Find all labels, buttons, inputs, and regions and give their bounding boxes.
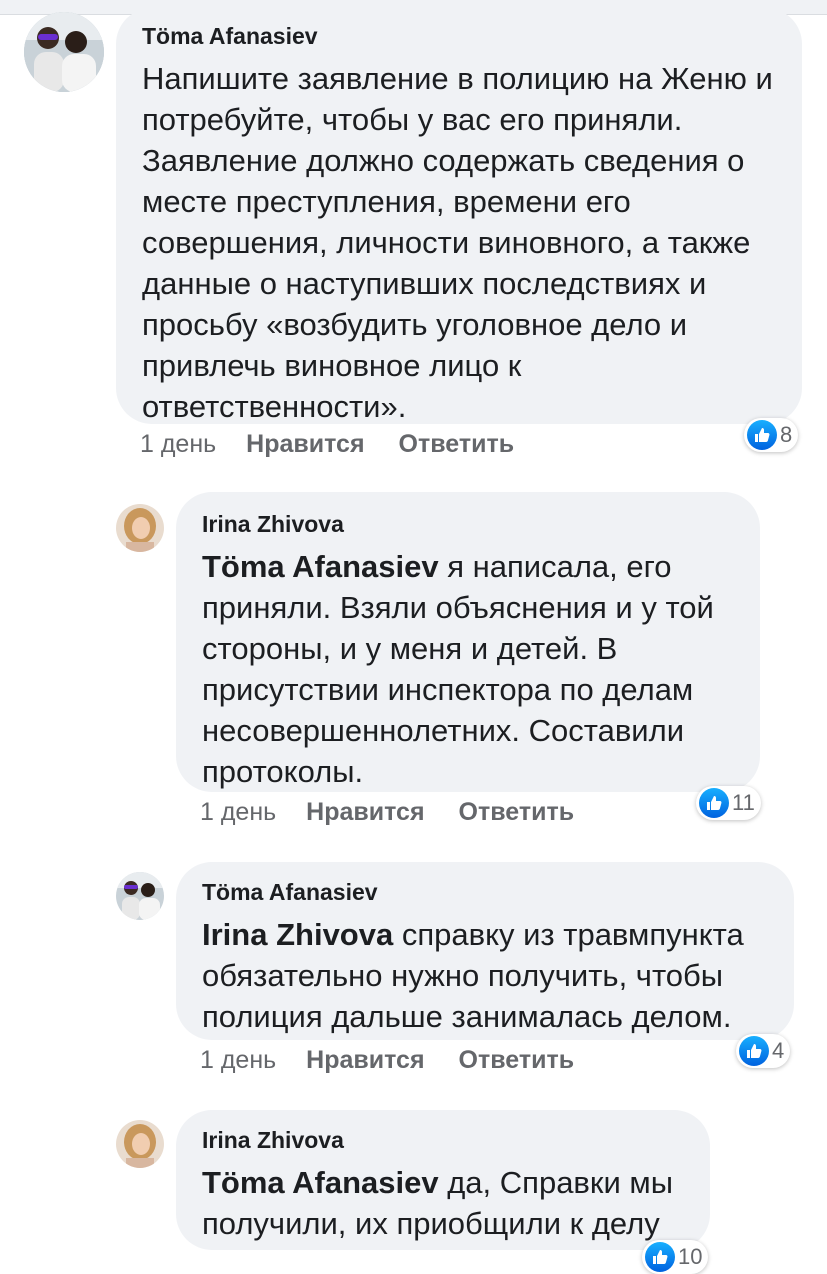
like-thumbs-up-icon xyxy=(747,420,777,450)
mention-link[interactable]: Töma Afanasiev xyxy=(202,549,439,584)
comment-timestamp[interactable]: 1 день xyxy=(200,798,276,826)
reaction-count-number: 11 xyxy=(732,790,755,815)
comment-actions: 1 день Нравится Ответить xyxy=(140,430,514,459)
comment-text: Töma Afanasiev да, Справки мы получили, … xyxy=(202,1162,692,1244)
reply-button[interactable]: Ответить xyxy=(459,1046,575,1074)
comment-author[interactable]: Töma Afanasiev xyxy=(202,878,772,906)
like-button[interactable]: Нравится xyxy=(306,798,424,826)
reaction-count[interactable]: 10 xyxy=(642,1240,709,1274)
like-thumbs-up-icon xyxy=(645,1242,675,1272)
comment-author[interactable]: Irina Zhivova xyxy=(202,1126,692,1154)
comment-timestamp[interactable]: 1 день xyxy=(200,1046,276,1074)
comment-text: Irina Zhivova справку из травмпункта обя… xyxy=(202,914,772,1037)
profile-photo-icon xyxy=(116,504,164,552)
avatar[interactable] xyxy=(116,1120,164,1168)
profile-photo-icon xyxy=(24,12,104,92)
mention-link[interactable]: Irina Zhivova xyxy=(202,917,393,952)
comment-actions: 1 день Нравится Ответить xyxy=(200,798,574,827)
avatar[interactable] xyxy=(116,872,164,920)
mention-link[interactable]: Töma Afanasiev xyxy=(202,1165,439,1200)
avatar[interactable] xyxy=(24,12,104,92)
reaction-count-number: 4 xyxy=(772,1038,785,1063)
reaction-count-number: 10 xyxy=(678,1244,703,1269)
comment-bubble: Irina Zhivova Töma Afanasiev я написала,… xyxy=(176,492,760,792)
like-button[interactable]: Нравится xyxy=(246,430,364,458)
reply-button[interactable]: Ответить xyxy=(459,798,575,826)
avatar[interactable] xyxy=(116,504,164,552)
reaction-count[interactable]: 11 xyxy=(696,786,761,820)
like-thumbs-up-icon xyxy=(699,788,729,818)
comment-text: Напишите заявление в полицию на Женю и п… xyxy=(142,61,773,424)
comment-author[interactable]: Irina Zhivova xyxy=(202,510,738,538)
reply-button[interactable]: Ответить xyxy=(399,430,515,458)
reaction-count[interactable]: 8 xyxy=(744,418,799,452)
comment-actions: 1 день Нравится Ответить xyxy=(200,1046,574,1075)
comment-author[interactable]: Töma Afanasiev xyxy=(142,22,778,50)
comment-bubble: Irina Zhivova Töma Afanasiev да, Справки… xyxy=(176,1110,710,1250)
reaction-count[interactable]: 4 xyxy=(736,1034,791,1068)
comment-bubble: Töma Afanasiev Irina Zhivova справку из … xyxy=(176,862,794,1040)
comment-timestamp[interactable]: 1 день xyxy=(140,430,216,458)
comment-bubble: Töma Afanasiev Напишите заявление в поли… xyxy=(116,8,802,424)
profile-photo-icon xyxy=(116,1120,164,1168)
like-button[interactable]: Нравится xyxy=(306,1046,424,1074)
like-thumbs-up-icon xyxy=(739,1036,769,1066)
reaction-count-number: 8 xyxy=(780,422,793,447)
profile-photo-icon xyxy=(116,872,164,920)
comment-body: я написала, его приняли. Взяли объяснени… xyxy=(202,549,714,789)
comment-text: Töma Afanasiev я написала, его приняли. … xyxy=(202,546,738,792)
